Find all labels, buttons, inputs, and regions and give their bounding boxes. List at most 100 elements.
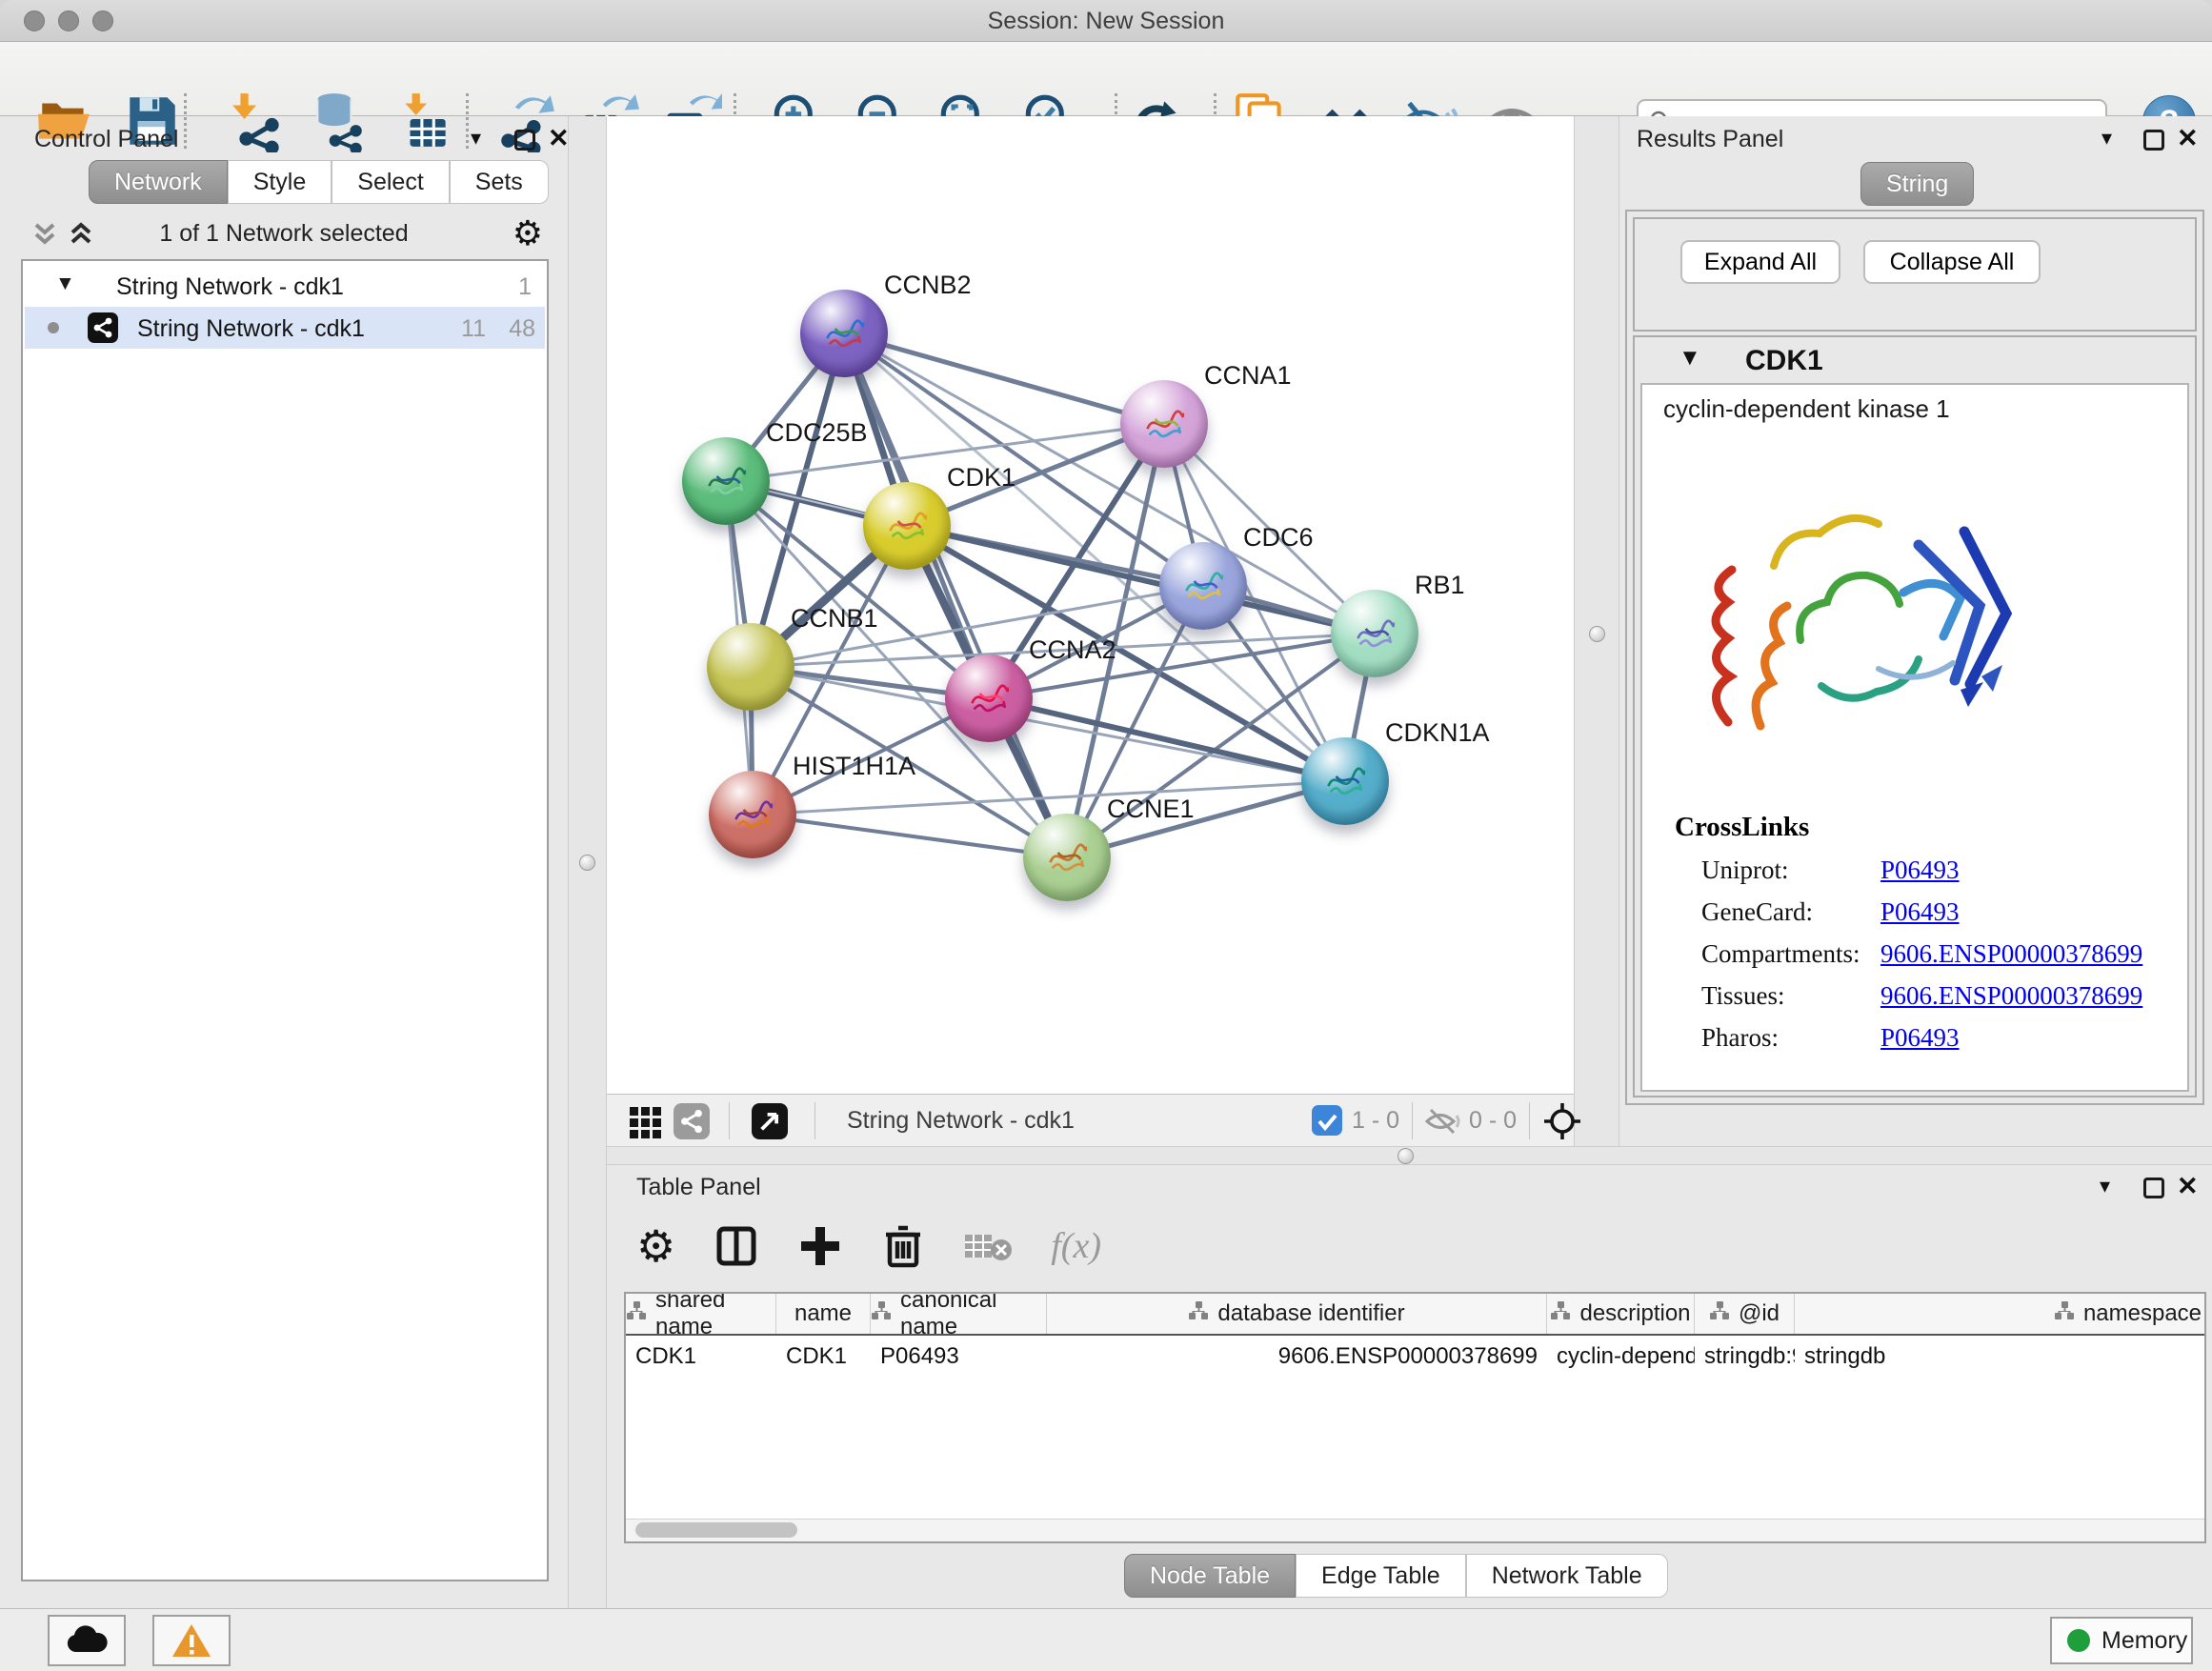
results-panel-menu-icon[interactable]: ▾ [2101,126,2112,151]
network-options-gear-icon[interactable]: ⚙ [513,213,543,253]
node-CDK1[interactable] [863,482,951,570]
node-CCNB2[interactable] [800,290,888,377]
node-RB1[interactable] [1331,590,1418,677]
tab-node-table[interactable]: Node Table [1124,1554,1296,1598]
column-header-sharedname[interactable]: shared name [626,1294,776,1334]
expand-all-button[interactable]: Expand All [1680,240,1840,284]
crosslink-value[interactable]: P06493 [1880,897,1960,927]
crosslink-value[interactable]: P06493 [1880,1023,1960,1053]
column-header-databaseidentifier[interactable]: database identifier [1047,1294,1547,1334]
control-panel-tabs: NetworkStyleSelectSets [89,160,549,204]
network-canvas[interactable]: CCNB2CCNA1CDC25BCDK1CDC6RB1CCNB1CCNA2CDK… [607,116,1574,1094]
table-cell: stringdb:9... [1695,1343,1795,1370]
warnings-button[interactable] [152,1615,231,1666]
edge-CCNB2-CCNA1[interactable] [844,333,1164,424]
collection-expand-icon[interactable]: ▼ [55,272,75,295]
column-header-id[interactable]: @id [1695,1294,1795,1334]
right-splitter-knob[interactable] [1589,626,1605,642]
network-list-toolbar: 1 of 1 Network selected ⚙ [21,213,547,255]
fit-selected-crosshair-icon[interactable] [1542,1101,1582,1141]
network-label: String Network - cdk1 [137,315,365,343]
node-CDC25B[interactable] [682,437,770,525]
collapse-all-button[interactable]: Collapse All [1863,240,2041,284]
hidden-eye-icon[interactable] [1424,1107,1462,1136]
table-settings-gear-icon[interactable]: ⚙ [636,1220,675,1272]
grid-view-icon[interactable] [628,1103,664,1139]
left-splitter[interactable] [568,116,607,1608]
edge-CDKN1A-HIST1H1A[interactable] [753,781,1345,815]
results-panel-float-icon[interactable] [2143,130,2164,151]
tab-style[interactable]: Style [228,160,332,204]
show-columns-icon[interactable] [714,1223,759,1269]
selected-checkbox-icon[interactable] [1312,1105,1342,1136]
control-panel-float-icon[interactable] [514,130,535,151]
scrollbar-thumb[interactable] [635,1522,797,1538]
table-panel-menu-icon[interactable]: ▾ [2100,1174,2110,1198]
node-CCNB1[interactable] [707,623,794,711]
control-panel-close-icon[interactable]: ✕ [548,124,570,153]
bottom-splitter-knob[interactable] [1398,1148,1414,1164]
right-splitter[interactable] [1574,116,1619,1146]
edge-HIST1H1A-CCNE1[interactable] [753,815,1067,857]
table-panel-title: Table Panel [636,1174,761,1201]
edge-CCNB2-RB1[interactable] [844,333,1375,634]
node-CCNE1[interactable] [1023,814,1111,901]
tab-network-table[interactable]: Network Table [1466,1554,1668,1598]
network-collection-row[interactable]: ▼ String Network - cdk1 1 [25,265,545,307]
node-HIST1H1A[interactable] [709,771,796,858]
tab-sets[interactable]: Sets [450,160,549,204]
tab-string[interactable]: String [1860,162,1974,206]
node-CCNA1[interactable] [1120,380,1208,468]
function-builder-icon[interactable]: f(x) [1051,1225,1101,1267]
crosslink-value[interactable]: P06493 [1880,856,1960,885]
node-CCNA2[interactable] [945,654,1033,742]
warning-icon [171,1622,211,1659]
network-tree: ▼ String Network - cdk1 1 String Network… [21,259,549,1581]
network-row-selected[interactable]: String Network - cdk1 11 48 [25,307,545,349]
crosslink-value[interactable]: 9606.ENSP00000378699 [1880,939,2142,969]
delete-table-icon[interactable] [963,1227,1013,1265]
table-panel-close-icon[interactable]: ✕ [2177,1172,2199,1201]
current-network-dot [48,322,59,333]
tab-edge-table[interactable]: Edge Table [1296,1554,1466,1598]
import-table-button[interactable] [394,90,457,152]
results-panel-close-icon[interactable]: ✕ [2177,124,2199,153]
column-header-canonicalname[interactable]: canonical name [871,1294,1047,1334]
protein-description: cyclin-dependent kinase 1 [1663,394,1950,424]
control-panel-menu-icon[interactable]: ▾ [471,126,481,151]
protein-name: CDK1 [1745,345,1823,377]
column-header-name[interactable]: name [776,1294,871,1334]
network-thumb-icon[interactable] [674,1103,710,1139]
crosslink-row: Tissues:9606.ENSP00000378699 [1701,981,2142,1011]
delete-column-icon[interactable] [881,1223,925,1269]
birdseye-view-icon[interactable] [752,1103,788,1139]
protein-collapse-icon[interactable]: ▼ [1679,345,1701,372]
left-splitter-knob[interactable] [579,855,595,871]
memory-button[interactable]: Memory [2050,1617,2193,1664]
table-row[interactable]: CDK1CDK1P064939606.ENSP00000378699cyclin… [626,1336,2204,1378]
column-label: shared name [655,1292,775,1340]
node-label-CDC6: CDC6 [1243,523,1314,553]
bottom-splitter[interactable] [607,1146,2212,1165]
tab-network[interactable]: Network [89,160,228,204]
crosslink-value[interactable]: 9606.ENSP00000378699 [1880,981,2142,1011]
import-network-button[interactable] [227,90,290,152]
node-label-CDK1: CDK1 [947,463,1016,493]
protein-ribbon-thumb [1313,751,1377,810]
table-header-row: shared namenamecanonical namedatabase id… [626,1294,2204,1336]
table-horizontal-scrollbar[interactable] [626,1519,2204,1541]
protein-ribbon-thumb [1342,603,1407,662]
tab-select[interactable]: Select [332,160,449,204]
node-CDKN1A[interactable] [1301,737,1389,825]
cloud-status-button[interactable] [48,1615,126,1666]
column-header-namespace[interactable]: namespace [1795,1294,2206,1334]
import-network-icon [227,90,290,152]
node-CDC6[interactable] [1159,542,1247,630]
add-column-icon[interactable] [797,1223,843,1269]
table-cell: CDK1 [626,1343,776,1370]
column-header-description[interactable]: description [1547,1294,1695,1334]
protein-ribbon-thumb [1132,393,1196,453]
import-network-from-database-button[interactable] [307,90,370,152]
statusbar-separator [1529,1102,1530,1139]
table-panel-float-icon[interactable] [2143,1178,2164,1198]
